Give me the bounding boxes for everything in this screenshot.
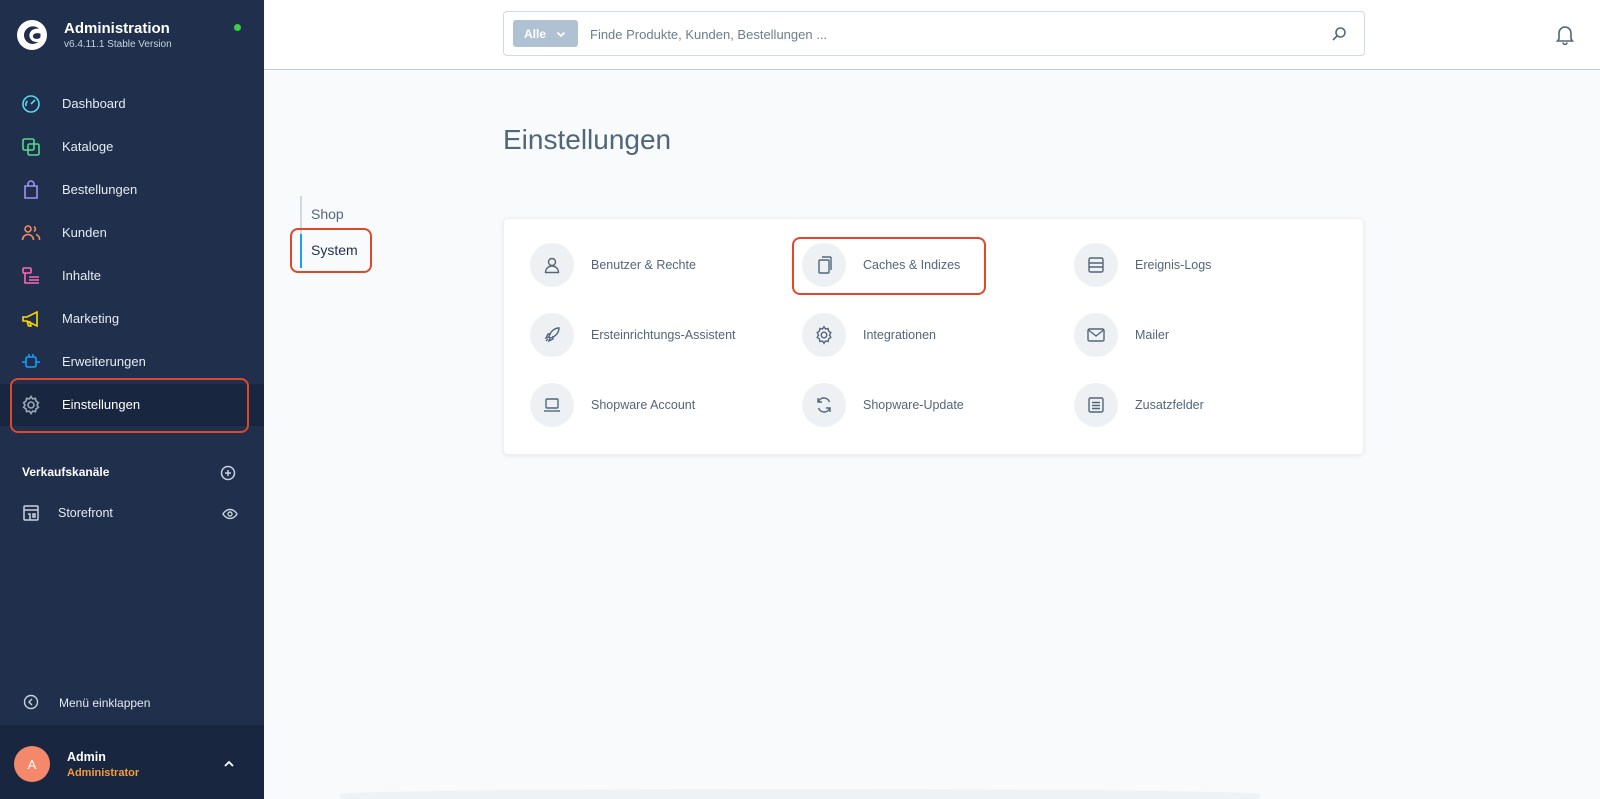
refresh-icon-wrap (802, 383, 846, 427)
laptop-icon-wrap (530, 383, 574, 427)
list-icon (1088, 397, 1104, 413)
settings-tile-shopware-update[interactable]: Shopware-Update (776, 381, 1016, 429)
extensions-icon (22, 354, 40, 368)
tab-shop[interactable]: Shop (311, 206, 344, 222)
tile-label: Benutzer & Rechte (591, 258, 696, 272)
tile-label: Shopware-Update (863, 398, 964, 412)
catalog-icon (22, 138, 40, 156)
tile-label: Zusatzfelder (1135, 398, 1204, 412)
eye-icon[interactable] (222, 506, 238, 522)
marketing-icon (22, 310, 38, 328)
envelope-icon (1087, 328, 1105, 342)
chevron-up-icon[interactable] (222, 757, 236, 771)
customers-icon (21, 225, 41, 241)
sidebar-item-label: Marketing (62, 311, 120, 326)
sidebar-item-label: Erweiterungen (62, 354, 146, 369)
chevron-left-circle-icon (23, 694, 39, 710)
log-icon-wrap (1074, 243, 1118, 287)
sidebar-item-label: Dashboard (62, 96, 126, 111)
footer-shadow (340, 789, 1260, 799)
log-icon (1088, 257, 1104, 273)
collapse-menu-button[interactable]: Menü einklappen (0, 690, 264, 716)
tile-label: Caches & Indizes (863, 258, 961, 272)
add-sales-channel-icon[interactable] (220, 465, 236, 481)
sidebar-item-dashboard[interactable]: Dashboard (0, 83, 264, 125)
collapse-menu-label: Menü einklappen (59, 696, 151, 710)
notification-bell-icon[interactable] (1554, 23, 1576, 45)
cache-icon-wrap (802, 243, 846, 287)
online-status-indicator (234, 24, 241, 31)
search-icon[interactable] (1330, 25, 1348, 43)
search-input[interactable] (590, 24, 1310, 44)
settings-icon (22, 395, 40, 415)
user-icon (544, 257, 560, 274)
rocket-icon (544, 327, 560, 343)
sidebar-item-settings[interactable]: Einstellungen (0, 384, 264, 426)
user-icon-wrap (530, 243, 574, 287)
refresh-icon (817, 397, 831, 413)
active-tab-indicator (300, 234, 302, 268)
sidebar-item-label: Einstellungen (62, 397, 141, 412)
settings-tile-custom-fields[interactable]: Zusatzfelder (1048, 381, 1288, 429)
tab-system[interactable]: System (311, 242, 358, 258)
shopware-logo-icon[interactable] (16, 19, 48, 51)
settings-tile-integrations[interactable]: Integrationen (776, 311, 1016, 359)
settings-tile-shopware-account[interactable]: Shopware Account (504, 381, 744, 429)
sales-channel-label: Storefront (58, 506, 113, 520)
sidebar-item-label: Inhalte (62, 268, 102, 283)
avatar: A (14, 746, 50, 782)
settings-card: Benutzer & Rechte Caches & Indizes Ereig… (503, 218, 1364, 455)
settings-tile-mailer[interactable]: Mailer (1048, 311, 1288, 359)
sidebar-item-content[interactable]: Inhalte (0, 255, 264, 297)
user-name: Admin (67, 750, 106, 764)
sidebar-item-label: Kataloge (62, 139, 114, 154)
sales-channels-title: Verkaufskanäle (22, 465, 110, 479)
tile-label: Shopware Account (591, 398, 696, 412)
page-title: Einstellungen (503, 124, 672, 155)
sidebar-item-customers[interactable]: Kunden (0, 212, 264, 254)
sidebar-item-extensions[interactable]: Erweiterungen (0, 341, 264, 383)
cog-icon (816, 325, 832, 345)
sidebar-item-label: Bestellungen (62, 182, 138, 197)
sidebar-item-marketing[interactable]: Marketing (0, 298, 264, 340)
envelope-icon-wrap (1074, 313, 1118, 357)
sidebar: Administration v6.4.11.1 Stable Version … (0, 0, 264, 799)
global-search: Alle (503, 11, 1365, 56)
orders-icon (24, 180, 38, 199)
search-type-label: Alle (524, 27, 547, 41)
tile-label: Mailer (1135, 328, 1170, 342)
laptop-icon (544, 398, 560, 412)
top-bar: Alle (264, 0, 1600, 70)
settings-tile-caches[interactable]: Caches & Indizes (776, 241, 1016, 289)
storefront-icon (23, 505, 39, 521)
chevron-down-icon (556, 31, 566, 38)
settings-tile-event-logs[interactable]: Ereignis-Logs (1048, 241, 1288, 289)
cog-icon-wrap (802, 313, 846, 357)
tile-label: Ereignis-Logs (1135, 258, 1212, 272)
user-menu[interactable]: A Admin Administrator (0, 725, 264, 799)
tile-label: Ersteinrichtungs-Assistent (591, 328, 736, 342)
dashboard-icon (22, 95, 40, 113)
app-version: v6.4.11.1 Stable Version (64, 39, 172, 50)
app-title: Administration (64, 20, 170, 37)
tile-label: Integrationen (863, 328, 936, 342)
brand: Administration v6.4.11.1 Stable Version (0, 0, 264, 70)
rocket-icon-wrap (530, 313, 574, 357)
content-icon (22, 267, 39, 284)
sidebar-item-catalogs[interactable]: Kataloge (0, 126, 264, 168)
sidebar-item-orders[interactable]: Bestellungen (0, 169, 264, 211)
settings-tile-first-run-wizard[interactable]: Ersteinrichtungs-Assistent (504, 311, 744, 359)
search-type-dropdown[interactable]: Alle (513, 20, 578, 47)
sidebar-item-label: Kunden (62, 225, 107, 240)
cache-icon (818, 256, 832, 274)
list-icon-wrap (1074, 383, 1118, 427)
settings-tile-users[interactable]: Benutzer & Rechte (504, 241, 744, 289)
sales-channel-storefront[interactable]: Storefront (0, 496, 264, 530)
user-role: Administrator (67, 767, 140, 779)
